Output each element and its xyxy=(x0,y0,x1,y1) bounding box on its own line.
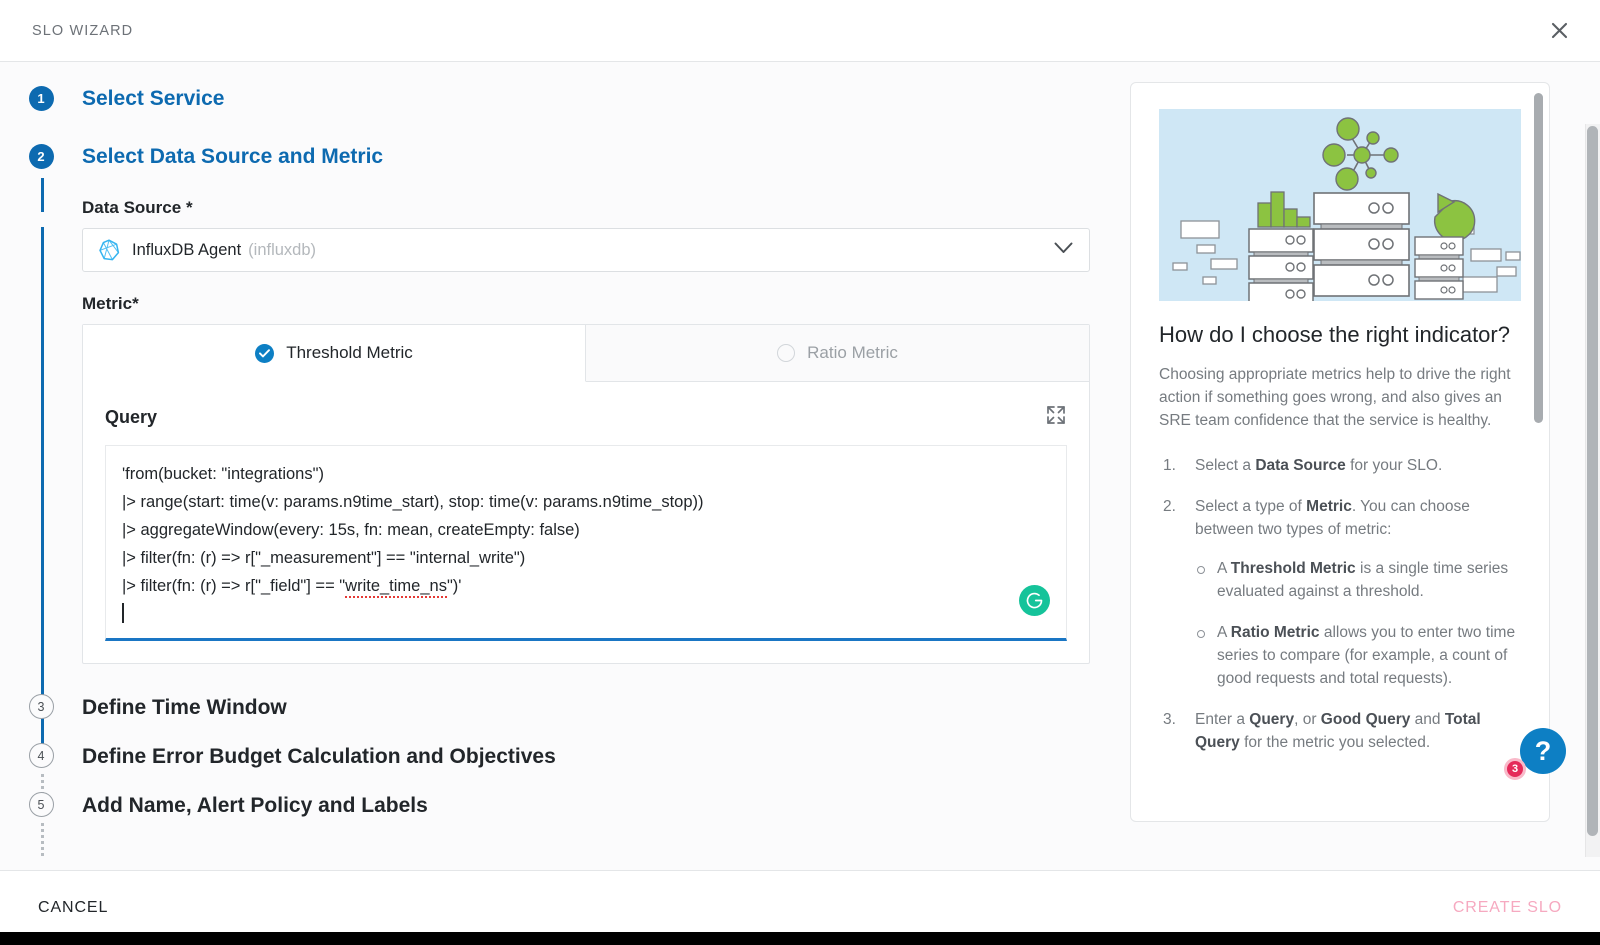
query-input[interactable]: 'from(bucket: "integrations") |> range(s… xyxy=(105,445,1067,641)
query-line: |> aggregateWindow(every: 15s, fn: mean,… xyxy=(122,516,1050,544)
radio-checked-icon xyxy=(255,344,274,363)
step-title-define-error-budget[interactable]: Define Error Budget Calculation and Obje… xyxy=(82,742,556,770)
step-bullet-2: 2 xyxy=(29,144,54,169)
step-bullet-5: 5 xyxy=(29,792,54,817)
steps-list: 1 Select Service 2 Select Data Source an… xyxy=(0,84,1120,829)
help-sub-item-text: A Threshold Metric is a single time seri… xyxy=(1217,560,1508,600)
page-scrollbar-track[interactable] xyxy=(1585,124,1600,857)
data-source-type: (influxdb) xyxy=(248,241,316,260)
help-list-item: Select a type of Metric. You can choose … xyxy=(1159,495,1521,690)
step-title-select-data-source[interactable]: Select Data Source and Metric xyxy=(82,142,383,170)
wizard-steps-column: 1 Select Service 2 Select Data Source an… xyxy=(0,62,1120,870)
query-misspelled-token: write_time_ns xyxy=(345,577,447,598)
step-marker-1: 1 xyxy=(0,84,82,111)
tab-ratio-metric-label: Ratio Metric xyxy=(807,343,898,363)
query-line-last-prefix: |> filter(fn: (r) => r["_field"] == " xyxy=(122,577,345,595)
query-line: |> filter(fn: (r) => r["_measurement"] =… xyxy=(122,544,1050,572)
tab-threshold-metric-label: Threshold Metric xyxy=(286,343,413,363)
help-list-item: Select a Data Source for your SLO. xyxy=(1159,454,1521,477)
grammarly-icon[interactable] xyxy=(1019,585,1050,616)
help-button[interactable]: ? 3 xyxy=(1520,728,1566,774)
page-scrollbar-thumb[interactable] xyxy=(1587,126,1598,836)
help-sub-item-text: A Ratio Metric allows you to enter two t… xyxy=(1217,624,1515,687)
tab-threshold-metric[interactable]: Threshold Metric xyxy=(83,325,586,382)
help-item-text: Enter a Query, or Good Query and Total Q… xyxy=(1195,711,1481,751)
servers-analytics-illustration xyxy=(1159,109,1521,301)
cancel-button[interactable]: CANCEL xyxy=(38,899,108,917)
data-source-label: Data Source * xyxy=(82,198,1090,218)
influxdb-icon xyxy=(97,238,121,262)
step-row-2[interactable]: 2 Select Data Source and Metric xyxy=(0,142,1120,176)
help-sub-list: A Threshold Metric is a single time seri… xyxy=(1195,557,1521,690)
slo-wizard-modal: SLO WIZARD 1 Select Ser xyxy=(0,0,1600,945)
step-row-3[interactable]: 3 Define Time Window xyxy=(0,682,1120,731)
step-marker-5: 5 xyxy=(0,792,82,817)
step-row-4[interactable]: 4 Define Error Budget Calculation and Ob… xyxy=(0,731,1120,780)
step-connector-4-5 xyxy=(41,823,44,856)
radio-unchecked-icon xyxy=(777,344,795,362)
query-line-last-suffix: ")' xyxy=(447,577,462,595)
step-marker-4: 4 xyxy=(0,743,82,768)
chevron-down-icon[interactable] xyxy=(1054,241,1073,259)
data-source-label-text: Data Source xyxy=(82,198,181,217)
step-title-define-time-window[interactable]: Define Time Window xyxy=(82,693,287,721)
metric-label: Metric* xyxy=(82,294,1090,314)
step-bullet-4: 4 xyxy=(29,743,54,768)
data-source-required-mark: * xyxy=(186,198,193,217)
wizard-body: 1 Select Service 2 Select Data Source an… xyxy=(0,62,1600,870)
step-row-5[interactable]: 5 Add Name, Alert Policy and Labels xyxy=(0,780,1120,829)
tab-ratio-metric[interactable]: Ratio Metric xyxy=(586,325,1089,382)
help-instruction-list: Select a Data Source for your SLO. Selec… xyxy=(1159,454,1521,754)
help-list-item: Enter a Query, or Good Query and Total Q… xyxy=(1159,708,1521,754)
query-line: |> range(start: time(v: params.n9time_st… xyxy=(122,488,1050,516)
data-source-select[interactable]: InfluxDB Agent (influxdb) xyxy=(82,228,1090,272)
help-item-text: Select a type of Metric. You can choose … xyxy=(1195,498,1470,538)
page-title: SLO WIZARD xyxy=(32,23,133,39)
step-connector-1-2 xyxy=(41,178,44,212)
query-label: Query xyxy=(105,407,157,428)
bottom-bar xyxy=(0,932,1600,945)
step-bullet-3: 3 xyxy=(29,694,54,719)
help-title: How do I choose the right indicator? xyxy=(1159,321,1521,349)
metric-tabs: Threshold Metric Ratio Metric xyxy=(83,325,1089,382)
help-sub-item: A Threshold Metric is a single time seri… xyxy=(1195,557,1521,603)
query-header: Query xyxy=(105,404,1067,431)
help-column: How do I choose the right indicator? Cho… xyxy=(1120,62,1600,870)
query-caret-line xyxy=(122,600,1050,628)
query-line: 'from(bucket: "integrations") xyxy=(122,460,1050,488)
wizard-header: SLO WIZARD xyxy=(0,0,1600,62)
data-source-name: InfluxDB Agent xyxy=(132,241,241,260)
step-bullet-1: 1 xyxy=(29,86,54,111)
help-notification-badge: 3 xyxy=(1504,758,1526,780)
expand-icon[interactable] xyxy=(1045,404,1067,431)
metric-panel: Threshold Metric Ratio Metric Query xyxy=(82,324,1090,664)
help-button-label: ? xyxy=(1535,736,1552,767)
help-card: How do I choose the right indicator? Cho… xyxy=(1130,82,1550,822)
help-sub-item: A Ratio Metric allows you to enter two t… xyxy=(1195,621,1521,690)
step-marker-2: 2 xyxy=(0,142,82,169)
text-caret xyxy=(122,603,124,623)
step-2-content: Data Source * InfluxDB Agent (influxdb) xyxy=(0,176,1120,678)
query-section: Query xyxy=(83,382,1089,663)
help-paragraph: Choosing appropriate metrics help to dri… xyxy=(1159,363,1521,432)
step-marker-3: 3 xyxy=(0,694,82,719)
lower-steps: 3 Define Time Window 4 Define Error Budg… xyxy=(0,678,1120,829)
step-title-add-name-alert-policy[interactable]: Add Name, Alert Policy and Labels xyxy=(82,791,428,819)
help-card-scrollbar[interactable] xyxy=(1534,93,1543,423)
step-title-select-service[interactable]: Select Service xyxy=(82,84,224,112)
step-row-1[interactable]: 1 Select Service xyxy=(0,84,1120,118)
step-connector-2-3 xyxy=(41,227,44,759)
close-icon[interactable] xyxy=(1542,14,1576,48)
create-slo-button[interactable]: CREATE SLO xyxy=(1453,899,1562,917)
query-line-last: |> filter(fn: (r) => r["_field"] == "wri… xyxy=(122,572,1050,600)
help-item-text: Select a Data Source for your SLO. xyxy=(1195,457,1442,474)
